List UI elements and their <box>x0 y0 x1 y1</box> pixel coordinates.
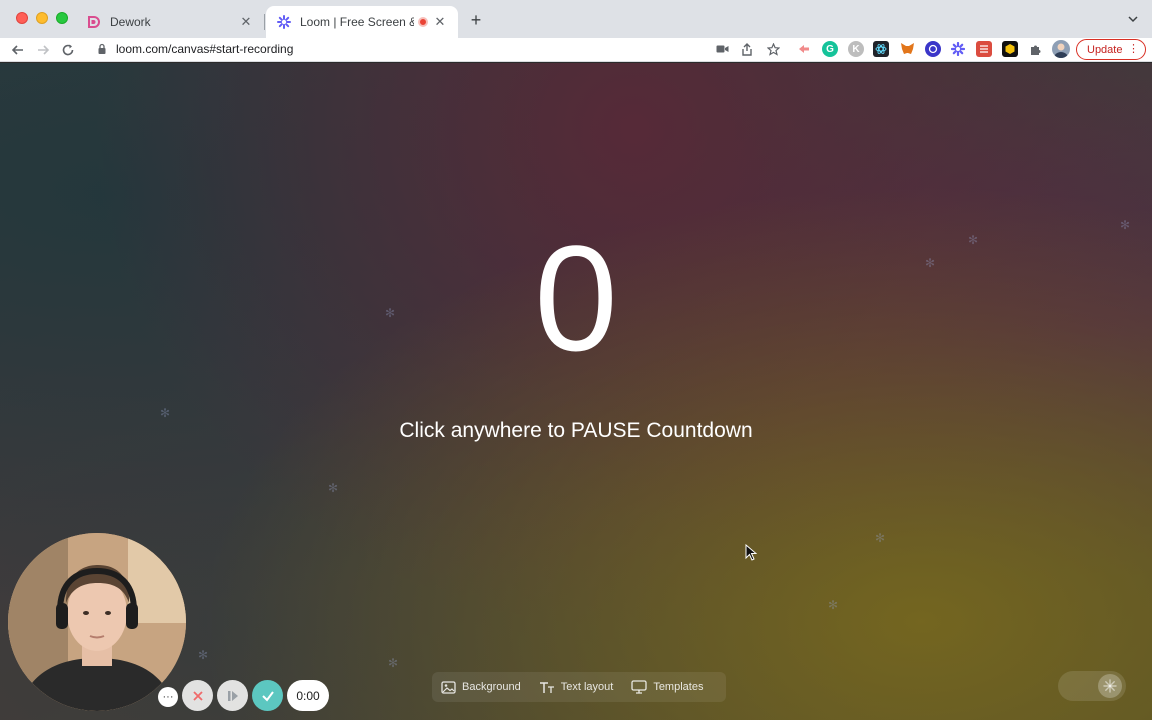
tab-close-icon[interactable]: ✕ <box>238 14 254 30</box>
snowflake-decoration-icon: ✻ <box>828 598 839 612</box>
arrow-right-icon <box>38 45 50 55</box>
browser-toolbar: loom.com/canvas#start-recording G K Upda… <box>0 38 1152 62</box>
background-label: Background <box>462 681 521 693</box>
background-button[interactable]: Background <box>440 679 521 695</box>
tab-loom[interactable]: Loom | Free Screen & Vide ✕ <box>266 6 458 38</box>
pause-play-icon <box>227 690 238 701</box>
countdown-message: Click anywhere to PAUSE Countdown <box>399 419 753 442</box>
grammarly-icon[interactable]: G <box>822 41 838 57</box>
update-button[interactable]: Update ⋮ <box>1076 39 1146 60</box>
image-icon <box>440 679 456 695</box>
canvas-toolbar: Background Text layout Templates <box>432 672 726 702</box>
tab-dework[interactable]: Dework ✕ <box>76 6 264 38</box>
snowflake-decoration-icon: ✻ <box>160 406 171 420</box>
snowflake-decoration-icon: ✻ <box>198 648 209 662</box>
effects-toggle[interactable] <box>1058 671 1126 701</box>
k-ext-icon[interactable]: K <box>848 41 864 57</box>
recording-canvas[interactable]: ✻ ✻ ✻ ✻ ✻ ✻ ✻ ✻ ✻ ✻ 0 Click anywhere to … <box>0 63 1152 720</box>
snowflake-decoration-icon: ✻ <box>388 656 399 670</box>
snowflake-decoration-icon: ✻ <box>875 531 886 545</box>
loom-ext-icon[interactable] <box>796 41 812 57</box>
recorder-pause-button[interactable] <box>217 680 248 711</box>
address-bar[interactable]: loom.com/canvas#start-recording <box>90 38 790 60</box>
share-icon[interactable] <box>739 41 755 57</box>
dework-icon <box>86 14 102 30</box>
star-icon[interactable] <box>765 41 781 57</box>
new-tab-button[interactable]: + <box>466 10 486 30</box>
hex-ext-icon[interactable] <box>1002 41 1018 57</box>
forward-button[interactable] <box>33 40 53 60</box>
arrow-left-icon <box>11 45 23 55</box>
snowflake-decoration-icon: ✻ <box>328 481 339 495</box>
more-horizontal-icon: ··· <box>162 691 174 703</box>
templates-label: Templates <box>653 681 704 693</box>
snowflake-icon <box>1098 674 1122 698</box>
loom-snowflake-icon[interactable] <box>950 41 966 57</box>
tab-strip: Dework ✕ Loom | Free Screen & Vide ✕ + <box>0 0 1152 38</box>
tab-close-icon[interactable]: ✕ <box>432 14 448 30</box>
tab-title: Dework <box>110 15 151 29</box>
monitor-icon <box>631 679 647 695</box>
video-camera-icon[interactable] <box>714 41 730 57</box>
text-layout-label: Text layout <box>560 681 614 693</box>
tab-separator <box>264 14 265 30</box>
react-devtools-icon[interactable] <box>873 41 889 57</box>
reload-icon <box>62 44 74 56</box>
circle-ext-icon[interactable] <box>925 41 941 57</box>
tab-search-chevron-icon[interactable] <box>1126 12 1140 26</box>
window-zoom-button[interactable] <box>56 12 68 24</box>
metamask-icon[interactable] <box>899 41 915 57</box>
profile-avatar[interactable] <box>1052 40 1070 58</box>
back-button[interactable] <box>8 40 28 60</box>
window-minimize-button[interactable] <box>36 12 48 24</box>
recorder-cancel-button[interactable] <box>182 680 213 711</box>
window-close-button[interactable] <box>16 12 28 24</box>
recording-indicator-icon <box>418 17 428 27</box>
recorder-more-button[interactable]: ··· <box>158 687 178 707</box>
reload-button[interactable] <box>58 40 78 60</box>
puzzle-icon[interactable] <box>1027 41 1043 57</box>
url-text: loom.com/canvas#start-recording <box>116 42 294 56</box>
webcam-feed <box>8 533 186 711</box>
recording-timer: 0:00 <box>287 680 329 711</box>
recorder-finish-button[interactable] <box>252 680 283 711</box>
text-layout-button[interactable]: Text layout <box>539 679 614 695</box>
text-size-icon <box>539 679 555 695</box>
loom-icon <box>276 14 292 30</box>
todoist-icon[interactable] <box>976 41 992 57</box>
update-label: Update <box>1087 43 1123 56</box>
close-icon <box>192 690 203 701</box>
mouse-pointer-icon <box>745 544 757 561</box>
more-vertical-icon: ⋮ <box>1128 43 1139 55</box>
webcam-bubble[interactable] <box>8 533 186 711</box>
templates-button[interactable]: Templates <box>631 679 703 695</box>
tab-title: Loom | Free Screen & Vide <box>300 15 414 29</box>
countdown-number: 0 <box>534 214 618 382</box>
lock-icon <box>98 43 106 54</box>
checkmark-icon <box>261 690 274 702</box>
